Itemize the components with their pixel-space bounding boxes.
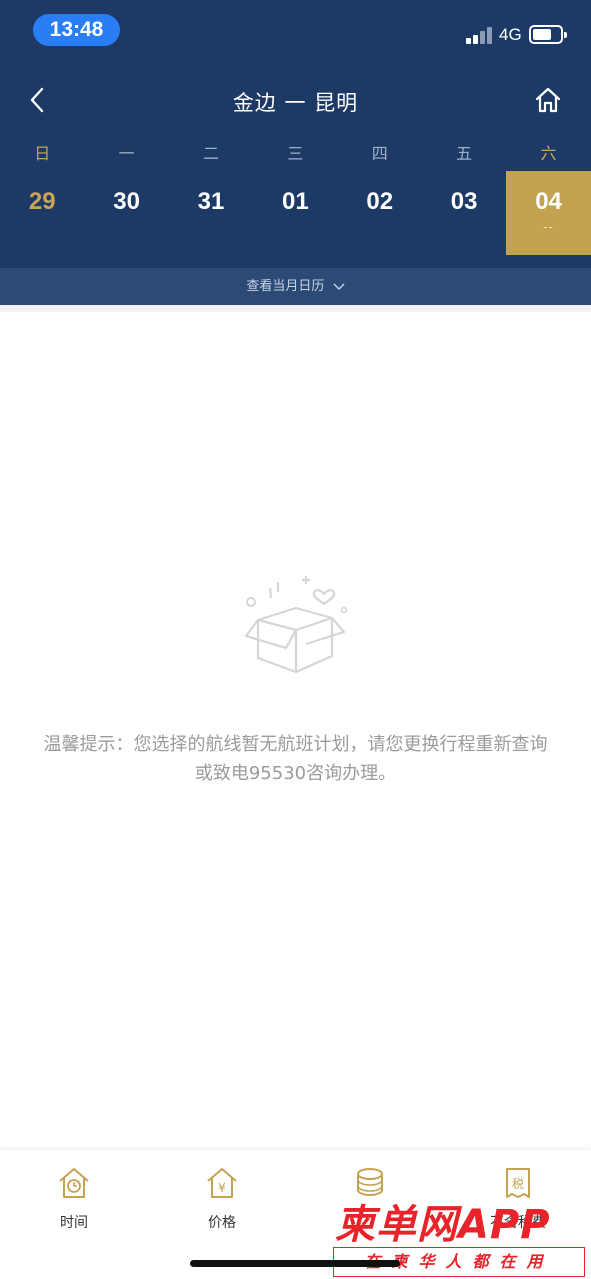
- empty-box-icon: [244, 576, 348, 674]
- route-title: 金边 一 昆明: [232, 91, 359, 115]
- tab-time[interactable]: 时间: [24, 1166, 124, 1232]
- flight-search-page: 13:48 4G 金边 一 昆明 日 一 二 三 四 五 六 29 30 31 …: [0, 0, 591, 1279]
- battery-icon: [529, 25, 567, 44]
- status-time: 13:48: [33, 14, 120, 46]
- divider: [0, 305, 591, 312]
- date-cell[interactable]: 30: [84, 171, 168, 255]
- date-price: --: [543, 220, 554, 234]
- weekday-label: 二: [202, 144, 219, 163]
- tab-label: 价格: [208, 1215, 236, 1231]
- tab-price[interactable]: ¥ 价格: [172, 1166, 272, 1232]
- home-icon: [535, 87, 561, 113]
- weekday-label: 三: [287, 144, 304, 163]
- date-number: 31: [197, 188, 225, 215]
- date-cell-selected[interactable]: 04 --: [506, 171, 591, 255]
- month-calendar-label: 查看当月日历: [246, 279, 325, 294]
- weekday-label: 一: [118, 144, 135, 163]
- header: 13:48 4G 金边 一 昆明 日 一 二 三 四 五 六 29 30 31 …: [0, 0, 591, 305]
- clock-house-icon: [59, 1168, 89, 1198]
- weekday-label: 六: [540, 144, 557, 163]
- date-number: 02: [366, 188, 394, 215]
- weekday-label: 四: [371, 144, 388, 163]
- weekday-label: 日: [34, 144, 51, 163]
- date-number: 03: [450, 188, 478, 215]
- weekday-row: 日 一 二 三 四 五 六: [0, 140, 591, 164]
- notice-line: 温馨提示：您选择的航线暂无航班计划，请您更换行程重新查询: [43, 734, 548, 755]
- date-cell[interactable]: 31: [169, 171, 253, 255]
- network-type: 4G: [499, 25, 522, 44]
- yen-house-icon: ¥: [207, 1168, 237, 1198]
- home-button[interactable]: [532, 83, 564, 117]
- weekday-label: 五: [456, 144, 473, 163]
- notice-line: 或致电95530咨询办理。: [194, 763, 397, 784]
- date-number: 04: [535, 188, 562, 215]
- date-number: 01: [282, 188, 309, 215]
- chevron-down-icon: [333, 283, 345, 290]
- empty-notice: 温馨提示：您选择的航线暂无航班计划，请您更换行程重新查询 或致电95530咨询办…: [20, 730, 571, 788]
- date-row: 29 30 31 01 02 03 04 --: [0, 171, 591, 255]
- nav-bar: 金边 一 昆明: [0, 75, 591, 125]
- svg-text:¥: ¥: [218, 1181, 226, 1195]
- month-calendar-link[interactable]: 查看当月日历: [0, 268, 591, 305]
- date-number: 30: [113, 188, 140, 215]
- status-bar: 13:48 4G: [0, 0, 591, 62]
- home-indicator[interactable]: [190, 1260, 400, 1267]
- tab-label: 时间: [60, 1215, 88, 1231]
- signal-icon: [466, 26, 492, 44]
- date-cell[interactable]: 29: [0, 171, 84, 255]
- watermark-title: 柬单网APP: [335, 1202, 551, 1248]
- date-cell[interactable]: 03: [422, 171, 506, 255]
- date-number: 29: [28, 188, 56, 215]
- date-cell[interactable]: 01: [253, 171, 337, 255]
- date-cell[interactable]: 02: [338, 171, 422, 255]
